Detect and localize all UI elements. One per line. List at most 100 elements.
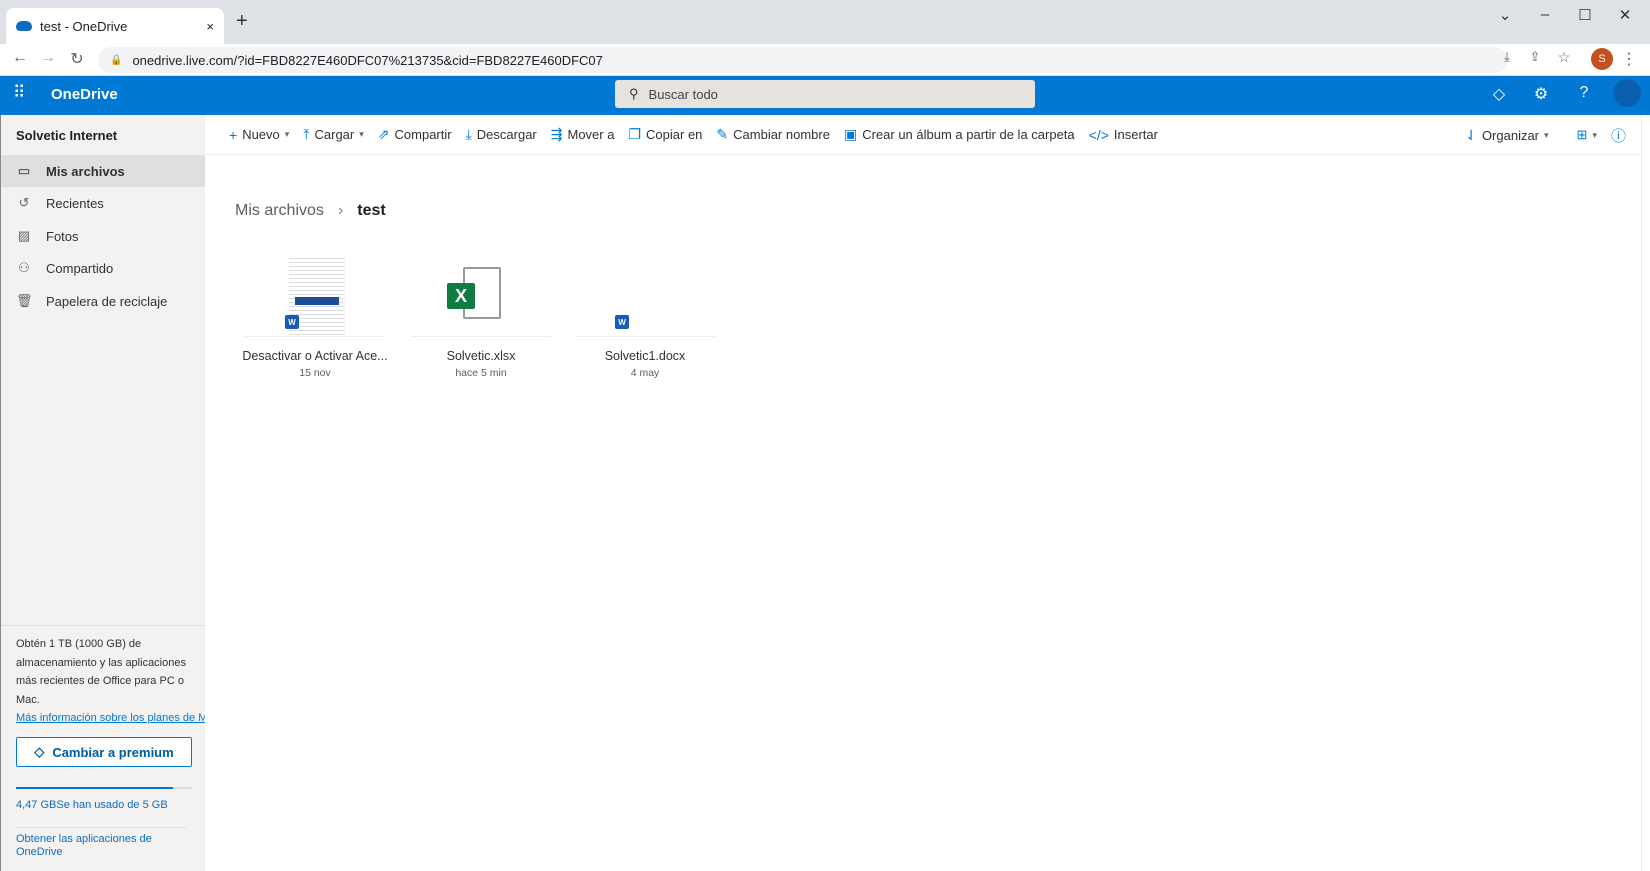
upload-icon: ⤒ xyxy=(303,126,310,142)
search-placeholder: Buscar todo xyxy=(648,86,718,102)
chevron-down-icon: ▾ xyxy=(284,129,290,139)
toolbar-label: Cargar xyxy=(314,127,355,142)
toolbar-label: Nuevo xyxy=(242,127,280,142)
photo-icon: ▨ xyxy=(17,228,31,243)
breadcrumb-parent[interactable]: Mis archivos xyxy=(235,202,324,220)
toolbar-album-button[interactable]: ▣ Crear un álbum a partir de la carpeta xyxy=(844,126,1075,143)
file-thumbnail: X xyxy=(411,255,551,337)
browser-tab[interactable]: test - OneDrive × xyxy=(6,8,224,44)
organize-button[interactable]: ⇃ Organizar ▾ xyxy=(1465,127,1548,144)
premium-diamond-icon[interactable]: ◇ xyxy=(1487,84,1511,104)
sidebar-item-label: Recientes xyxy=(46,195,104,211)
breadcrumb-current: test xyxy=(357,202,386,219)
toolbar-label: Mover a xyxy=(567,127,615,142)
chevron-down-icon: ▾ xyxy=(359,129,364,139)
maximize-icon[interactable]: ☐ xyxy=(1570,6,1600,24)
toolbar-move-button[interactable]: ⇶ Mover a xyxy=(551,126,615,143)
file-name: Solvetic.xlsx xyxy=(446,349,516,363)
premium-label: Cambiar a premium xyxy=(52,744,174,760)
toolbar-label: Cambiar nombre xyxy=(733,127,830,142)
account-avatar[interactable] xyxy=(1613,79,1641,107)
copy-icon: ❐ xyxy=(628,126,642,142)
info-icon[interactable]: ⓘ xyxy=(1611,125,1626,146)
onedrive-cloud-icon xyxy=(16,21,32,31)
get-apps-link[interactable]: Obtener las aplicaciones de OneDrive xyxy=(16,827,186,859)
file-tile[interactable]: W Desactivar o Activar Ace... 15 nov xyxy=(235,255,395,379)
toolbar-share-button[interactable]: ⇗ Compartir xyxy=(378,126,452,143)
upgrade-promo: Obtén 1 TB (1000 GB) de almacenamiento y… xyxy=(16,635,206,728)
install-icon[interactable]: ⤓ xyxy=(1496,49,1518,65)
plans-link[interactable]: Más información sobre los planes de M365 xyxy=(16,709,206,728)
promo-text: Obtén 1 TB (1000 GB) de almacenamiento y… xyxy=(16,638,186,706)
file-tile[interactable]: X Solvetic.xlsx hace 5 min xyxy=(401,255,561,379)
divider xyxy=(1,625,206,626)
file-date: hace 5 min xyxy=(455,367,507,379)
back-icon[interactable]: ← xyxy=(9,49,31,67)
sort-icon: ⇃ xyxy=(1465,126,1477,143)
grid-view-icon: ⊞ xyxy=(1576,127,1588,142)
toolbar-upload-button[interactable]: ⤒ Cargar ▾ xyxy=(303,126,363,143)
file-tile[interactable]: W Solvetic1.docx 4 may xyxy=(565,255,725,379)
download-icon: ⤓ xyxy=(465,126,472,142)
toolbar-download-button[interactable]: ⤓ Descargar xyxy=(466,126,537,143)
sidebar-item-fotos[interactable]: ▨ Fotos xyxy=(1,220,206,252)
new-tab-button[interactable]: + xyxy=(236,10,248,33)
word-icon: W xyxy=(285,315,299,329)
sidebar-item-recientes[interactable]: ↺ Recientes xyxy=(1,187,206,219)
app-launcher-icon[interactable]: ⠿ xyxy=(13,83,25,103)
chevron-down-icon: ▾ xyxy=(1592,129,1597,140)
storage-bar-fill xyxy=(16,787,174,789)
address-bar-row: ← → ↻ 🔒 onedrive.live.com/?id=FBD8227E46… xyxy=(0,44,1650,76)
file-thumbnail: W xyxy=(575,255,715,337)
browser-menu-icon[interactable]: ⋮ xyxy=(1618,49,1640,69)
tab-title: test - OneDrive xyxy=(40,18,128,34)
app-name[interactable]: OneDrive xyxy=(51,86,118,103)
profile-avatar[interactable]: S xyxy=(1591,48,1613,70)
sidebar-item-label: Fotos xyxy=(46,228,79,244)
toolbar-label: Insertar xyxy=(1113,127,1158,142)
rename-icon: ✎ xyxy=(716,126,729,142)
plus-icon: + xyxy=(229,126,238,143)
chevron-right-icon: › xyxy=(337,202,344,219)
sidebar-item-compartido[interactable]: ⚇ Compartido xyxy=(1,252,206,284)
minimize-icon[interactable]: – xyxy=(1530,6,1560,23)
file-name: Desactivar o Activar Ace... xyxy=(242,349,388,363)
reload-icon[interactable]: ↻ xyxy=(66,49,88,69)
settings-gear-icon[interactable]: ⚙ xyxy=(1529,84,1553,104)
main-content: + Nuevo ▾ ⤒ Cargar ▾ ⇗ Compartir ⤓ Descargar ⇶ Move… xyxy=(205,115,1641,871)
url-field[interactable]: 🔒 onedrive.live.com/?id=FBD8227E460DFC07… xyxy=(98,47,1508,73)
toolbar-rename-button[interactable]: ✎ Cambiar nombre xyxy=(716,126,830,143)
lock-icon: 🔒 xyxy=(110,54,123,66)
album-icon: ▣ xyxy=(843,126,858,142)
toolbar-label: Copiar en xyxy=(646,127,703,142)
search-input[interactable]: ⚲ Buscar todo xyxy=(615,80,1035,108)
excel-icon: X xyxy=(447,283,475,309)
storage-bar xyxy=(16,787,192,789)
help-icon[interactable]: ? xyxy=(1572,84,1596,102)
sidebar-item-mis-archivos[interactable]: ▭ Mis archivos xyxy=(1,155,206,187)
share-page-icon[interactable]: ⇪ xyxy=(1524,49,1546,65)
toolbar-label: Crear un álbum a partir de la carpeta xyxy=(862,127,1075,142)
storage-text[interactable]: 4,47 GBSe han usado de 5 GB xyxy=(16,799,168,811)
forward-icon[interactable]: → xyxy=(37,49,59,67)
upgrade-premium-button[interactable]: ◇ Cambiar a premium xyxy=(16,737,192,767)
word-icon: W xyxy=(615,315,629,329)
bookmark-star-icon[interactable]: ☆ xyxy=(1553,49,1575,66)
toolbar-embed-button[interactable]: </> Insertar xyxy=(1089,127,1158,143)
trash-icon: 🗑 xyxy=(16,293,33,308)
command-bar: + Nuevo ▾ ⤒ Cargar ▾ ⇗ Compartir ⤓ Descargar ⇶ Move… xyxy=(205,115,1641,155)
search-icon: ⚲ xyxy=(629,86,639,101)
share-icon: ⇗ xyxy=(377,126,390,142)
toolbar-plus-button[interactable]: + Nuevo ▾ xyxy=(229,127,289,143)
scrollbar[interactable] xyxy=(1641,115,1650,871)
embed-icon: </> xyxy=(1088,126,1109,143)
close-tab-icon[interactable]: × xyxy=(206,19,214,34)
toolbar-label: Compartir xyxy=(394,127,452,142)
view-switcher-button[interactable]: ⊞ ▾ xyxy=(1577,127,1597,143)
toolbar-copy-button[interactable]: ❐ Copiar en xyxy=(628,126,702,143)
file-thumbnail: W xyxy=(245,255,385,337)
tab-search-icon[interactable]: ⌄ xyxy=(1490,6,1520,24)
close-window-icon[interactable]: ✕ xyxy=(1610,6,1640,24)
sidebar-item-papelera[interactable]: 🗑 Papelera de reciclaje xyxy=(1,285,206,317)
toolbar-label: Descargar xyxy=(476,127,537,142)
